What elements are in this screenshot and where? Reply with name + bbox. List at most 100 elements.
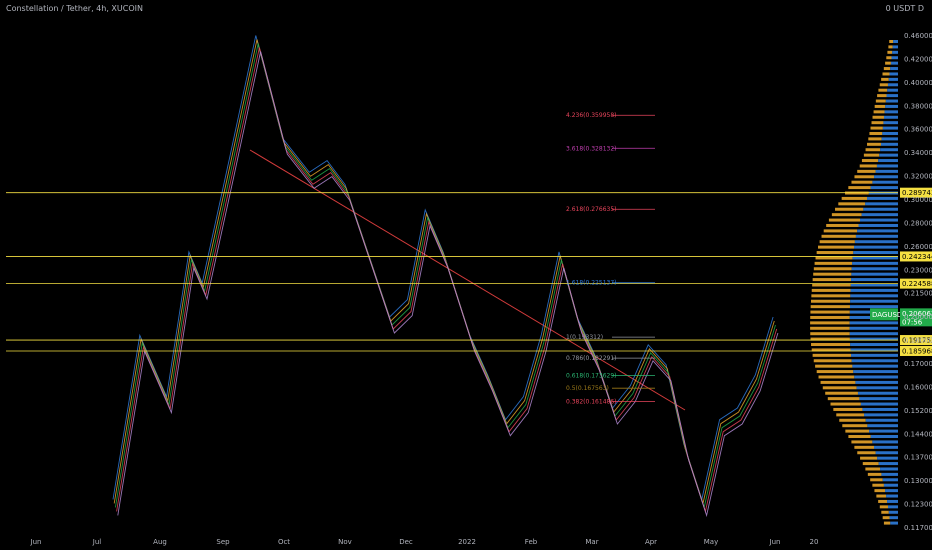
volume-profile-bar-sell — [881, 510, 889, 514]
volume-profile-bar-buy — [852, 261, 898, 265]
volume-profile-bar-buy — [886, 494, 898, 498]
volume-profile-bar-buy — [860, 402, 898, 406]
volume-profile-bar-sell — [811, 288, 851, 292]
volume-profile-bar-sell — [812, 353, 852, 357]
volume-profile-bar-buy — [883, 115, 898, 119]
price-tick-label: 0.160000 — [904, 383, 932, 391]
volume-profile-bar-buy — [853, 251, 898, 255]
volume-profile-bar-sell — [827, 397, 860, 401]
volume-profile-bar-sell — [810, 299, 851, 303]
volume-profile-bar-buy — [851, 272, 898, 276]
volume-profile-bar-sell — [862, 462, 879, 466]
volume-profile-bar-sell — [868, 137, 882, 141]
volume-profile-bar-sell — [820, 380, 856, 384]
time-tick-label: Jun — [30, 538, 42, 546]
price-tick-label: 0.340000 — [904, 149, 932, 157]
volume-profile-bar-sell — [885, 61, 891, 65]
volume-profile-bar-sell — [819, 240, 855, 244]
volume-profile-bar-buy — [864, 413, 898, 417]
volume-profile — [810, 40, 898, 525]
volume-profile-bar-buy — [851, 353, 898, 357]
volume-profile-bar-buy — [875, 451, 898, 455]
time-tick-label: Mar — [585, 538, 598, 546]
fib-label: 0.5(0.167563) — [566, 385, 609, 392]
volume-profile-bar-buy — [893, 40, 898, 43]
price-ribbon-line — [116, 47, 778, 514]
volume-profile-bar-sell — [818, 375, 855, 379]
volume-profile-bar-buy — [851, 359, 898, 363]
volume-profile-bar-sell — [830, 402, 861, 406]
volume-profile-bar-buy — [875, 169, 898, 173]
volume-profile-bar-buy — [850, 294, 898, 298]
volume-profile-bar-sell — [828, 218, 861, 222]
volume-profile-bar-buy — [870, 186, 898, 190]
price-tick-label: 0.360000 — [904, 126, 932, 134]
time-tick-label: Oct — [278, 538, 290, 546]
volume-profile-bar-buy — [857, 391, 898, 395]
volume-profile-bar-sell — [831, 213, 862, 217]
fib-label: 0.382(0.161486) — [566, 398, 617, 405]
volume-profile-bar-buy — [854, 240, 898, 244]
volume-profile-bar-sell — [848, 186, 871, 190]
volume-profile-bar-sell — [859, 164, 877, 168]
volume-profile-bar-sell — [838, 202, 866, 206]
volume-profile-bar-buy — [879, 153, 898, 157]
volume-profile-bar-sell — [810, 315, 850, 319]
time-tick-label: Nov — [338, 538, 352, 546]
volume-profile-bar-sell — [863, 153, 880, 157]
volume-profile-bar-sell — [881, 77, 889, 81]
volume-profile-bar-buy — [887, 88, 898, 92]
volume-profile-bar-sell — [882, 516, 890, 520]
price-tick-label: 0.130000 — [904, 477, 932, 485]
price-tick-label: 0.137000 — [904, 454, 932, 462]
volume-profile-bar-buy — [876, 164, 898, 168]
price-series — [112, 35, 779, 518]
fib-label: 0.618(0.173629) — [566, 372, 617, 379]
volume-profile-bar-buy — [849, 332, 898, 336]
price-tick-label: 0.170000 — [904, 360, 932, 368]
time-tick-label: 20 — [810, 538, 819, 546]
volume-profile-bar-sell — [823, 229, 858, 233]
volume-profile-bar-sell — [876, 494, 887, 498]
level-label: 0.224588 — [902, 280, 932, 288]
price-tick-label: 0.260000 — [904, 243, 932, 251]
volume-profile-bar-sell — [867, 472, 882, 476]
volume-profile-bar-buy — [887, 499, 898, 503]
volume-profile-bar-sell — [822, 386, 857, 390]
volume-profile-bar-sell — [872, 483, 884, 487]
volume-profile-bar-sell — [816, 251, 854, 255]
volume-profile-bar-buy — [850, 288, 898, 292]
volume-profile-bar-sell — [878, 88, 888, 92]
volume-profile-bar-buy — [888, 510, 898, 514]
price-tick-label: 0.420000 — [904, 55, 932, 63]
volume-profile-bar-buy — [867, 196, 898, 200]
volume-profile-bar-buy — [892, 50, 898, 54]
volume-profile-bar-buy — [858, 223, 898, 227]
volume-profile-bar-buy — [883, 483, 898, 487]
price-tick-label: 0.200000 — [904, 313, 932, 321]
volume-profile-bar-sell — [871, 121, 884, 125]
volume-profile-bar-sell — [865, 148, 881, 152]
price-tick-label: 0.180000 — [904, 337, 932, 345]
volume-profile-bar-sell — [812, 278, 852, 282]
volume-profile-bar-buy — [850, 343, 898, 347]
volume-profile-bar-sell — [879, 83, 888, 87]
volume-profile-bar-buy — [885, 99, 898, 103]
volume-profile-bar-sell — [815, 364, 853, 368]
volume-profile-bar-buy — [853, 370, 898, 374]
volume-profile-bar-buy — [881, 137, 898, 141]
volume-profile-bar-buy — [857, 229, 898, 233]
price-chart[interactable]: 0.2897430.2423440.2245880.1917520.185968… — [0, 0, 932, 550]
volume-profile-bar-buy — [891, 56, 898, 60]
time-axis: Jun Jul Aug Sep Oct Nov Dec 2022 Feb Mar Apr May Jun… — [30, 538, 819, 546]
volume-profile-bar-buy — [881, 472, 898, 476]
volume-profile-bar-sell — [816, 370, 854, 374]
volume-profile-bar-buy — [892, 45, 898, 49]
volume-profile-bar-sell — [888, 45, 893, 49]
horizontal-levels: 0.2897430.2423440.2245880.1917520.185968… — [6, 187, 932, 356]
volume-profile-bar-sell — [845, 429, 870, 433]
volume-profile-bar-sell — [839, 418, 866, 422]
level-label: 0.242344 — [902, 253, 932, 261]
price-tick-label: 0.280000 — [904, 219, 932, 227]
volume-profile-bar-buy — [855, 380, 898, 384]
